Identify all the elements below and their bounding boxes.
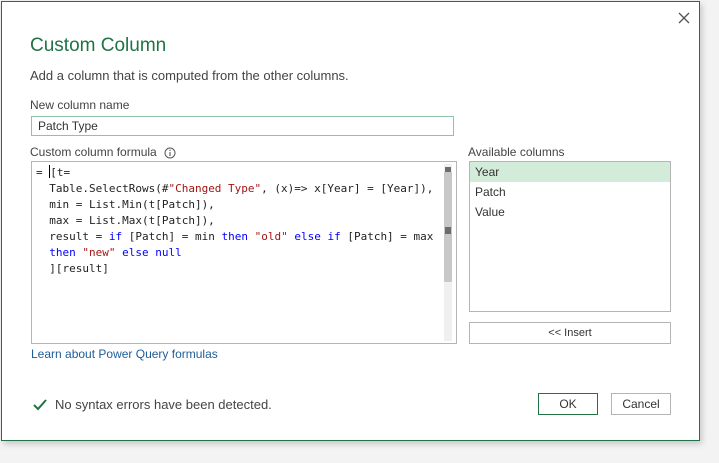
cancel-button[interactable]: Cancel — [611, 393, 671, 415]
column-item-patch[interactable]: Patch — [470, 182, 670, 202]
checkmark-icon — [33, 398, 47, 410]
close-icon — [678, 12, 690, 24]
formula-scrollbar[interactable] — [444, 164, 452, 341]
available-columns-label: Available columns — [468, 145, 565, 159]
formula-label-row: Custom column formula — [30, 145, 176, 159]
text-caret — [49, 165, 51, 178]
column-name-label: New column name — [30, 98, 130, 112]
available-columns-list[interactable]: Year Patch Value — [469, 161, 671, 312]
formula-code[interactable]: = [t= Table.SelectRows(#"Changed Type", … — [36, 165, 433, 277]
insert-button[interactable]: << Insert — [469, 322, 671, 344]
formula-label: Custom column formula — [30, 145, 157, 159]
close-button[interactable] — [677, 11, 693, 27]
column-name-input[interactable] — [31, 116, 454, 136]
learn-power-query-link[interactable]: Learn about Power Query formulas — [31, 347, 218, 361]
custom-column-dialog: Custom Column Add a column that is compu… — [1, 1, 700, 441]
ok-button[interactable]: OK — [538, 393, 598, 415]
column-item-year[interactable]: Year — [470, 162, 670, 182]
scroll-mark-current — [445, 227, 451, 234]
dialog-subtitle: Add a column that is computed from the o… — [30, 68, 349, 83]
dialog-title: Custom Column — [30, 35, 167, 56]
column-item-value[interactable]: Value — [470, 202, 670, 222]
info-icon[interactable] — [164, 147, 176, 159]
status-text: No syntax errors have been detected. — [55, 397, 272, 412]
formula-editor[interactable]: = [t= Table.SelectRows(#"Changed Type", … — [31, 161, 457, 344]
syntax-status: No syntax errors have been detected. — [32, 397, 272, 412]
